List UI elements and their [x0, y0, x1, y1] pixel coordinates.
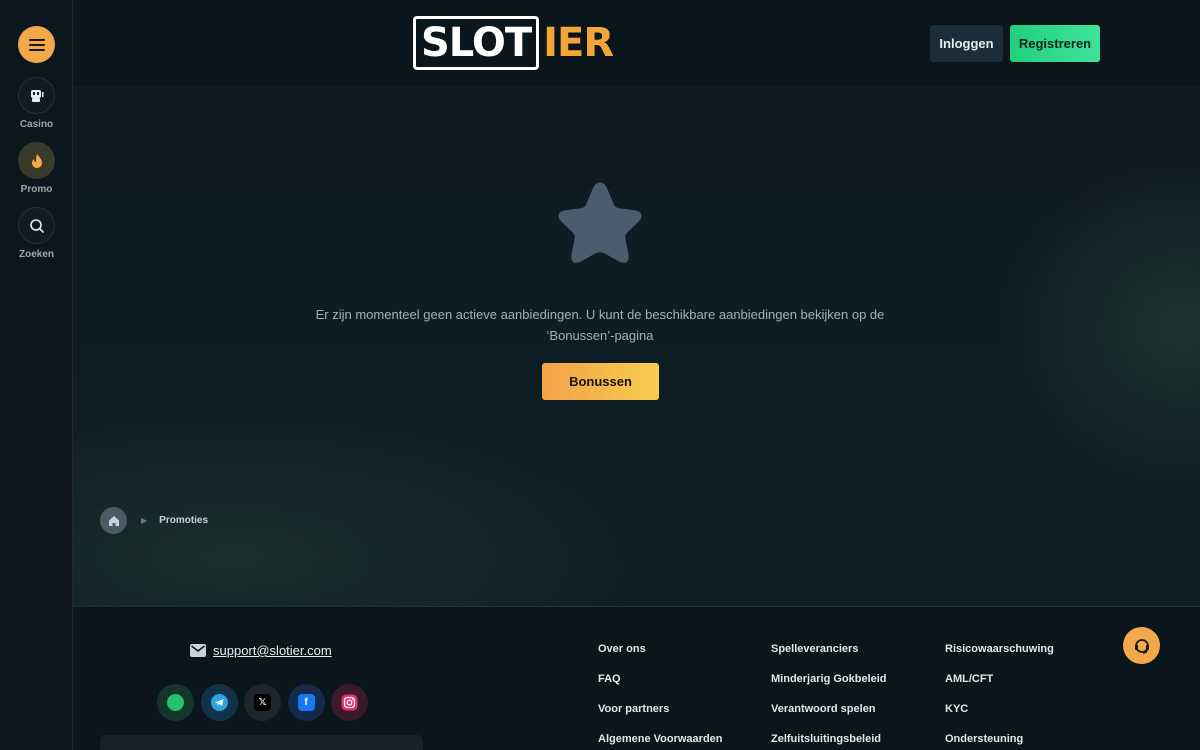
breadcrumb: ▶ Promoties [100, 507, 208, 534]
live-chat-button[interactable] [1123, 627, 1160, 664]
footer-link-kyc[interactable]: KYC [945, 703, 1054, 733]
logo-suffix: IER [543, 20, 614, 66]
social-links: 𝕏 f [157, 684, 375, 721]
home-icon[interactable] [100, 507, 127, 534]
register-button[interactable]: Registreren [1010, 25, 1100, 62]
sidebar-item-label: Promo [20, 184, 53, 195]
breadcrumb-current: Promoties [159, 515, 209, 526]
footer-links-col2: Spelleveranciers Minderjarig Gokbeleid V… [771, 643, 887, 750]
sidebar-item-label: Casino [19, 119, 54, 130]
x-icon[interactable]: 𝕏 [244, 684, 281, 721]
flame-icon [18, 142, 55, 179]
sidebar-item-promo[interactable]: Promo [0, 142, 73, 195]
sidebar-item-zoeken[interactable]: Zoeken [0, 207, 73, 260]
menu-button[interactable] [18, 26, 55, 63]
facebook-icon[interactable]: f [287, 684, 325, 721]
promotions-page: Er zijn momenteel geen actieve aanbiedin… [73, 86, 1200, 606]
login-button[interactable]: Inloggen [930, 25, 1003, 62]
telegram-icon[interactable] [200, 684, 238, 721]
chevron-right-icon: ▶ [141, 516, 148, 525]
footer-link-faq[interactable]: FAQ [598, 673, 723, 703]
sidebar-item-casino[interactable]: Casino [0, 77, 73, 130]
footer-link-self-exclusion[interactable]: Zelfuitsluitingsbeleid [771, 733, 887, 750]
logo[interactable]: SLOT IER [413, 16, 614, 70]
footer-link-about[interactable]: Over ons [598, 643, 723, 673]
instagram-icon[interactable] [331, 684, 368, 721]
footer-panel [100, 735, 423, 750]
empty-message-line1: Er zijn momenteel geen actieve aanbiedin… [315, 307, 885, 322]
support-email-link[interactable]: support@slotier.com [213, 643, 332, 658]
footer-link-risk-warning[interactable]: Risicowaarschuwing [945, 643, 1054, 673]
bonuses-button[interactable]: Bonussen [542, 363, 659, 400]
footer: support@slotier.com 𝕏 f Over ons FAQ Voo… [73, 606, 1200, 750]
logo-box: SLOT [413, 16, 540, 70]
sidebar: Casino Promo Zoeken [0, 0, 73, 750]
whatsapp-icon[interactable] [157, 684, 194, 721]
search-icon [18, 207, 55, 244]
chat-support-icon [1134, 638, 1149, 654]
support-email[interactable]: support@slotier.com [190, 643, 332, 658]
footer-link-terms[interactable]: Algemene Voorwaarden [598, 733, 723, 750]
footer-links-col3: Risicowaarschuwing AML/CFT KYC Ondersteu… [945, 643, 1054, 750]
empty-message: Er zijn momenteel geen actieve aanbiedin… [273, 304, 927, 346]
slot-machine-icon [18, 77, 55, 114]
sidebar-item-label: Zoeken [18, 249, 54, 260]
footer-link-responsible-gaming[interactable]: Verantwoord spelen [771, 703, 887, 733]
mail-icon [190, 644, 206, 657]
header: SLOT IER Inloggen Registreren [73, 0, 1200, 86]
footer-link-providers[interactable]: Spelleveranciers [771, 643, 887, 673]
footer-link-aml[interactable]: AML/CFT [945, 673, 1054, 703]
hamburger-icon [28, 38, 45, 51]
footer-link-underage-policy[interactable]: Minderjarig Gokbeleid [771, 673, 887, 703]
footer-link-support[interactable]: Ondersteuning [945, 733, 1054, 750]
footer-link-partners[interactable]: Voor partners [598, 703, 723, 733]
star-icon [558, 182, 642, 263]
empty-message-line2: ‘Bonussen’-pagina [546, 328, 654, 343]
footer-links-col1: Over ons FAQ Voor partners Algemene Voor… [598, 643, 723, 750]
